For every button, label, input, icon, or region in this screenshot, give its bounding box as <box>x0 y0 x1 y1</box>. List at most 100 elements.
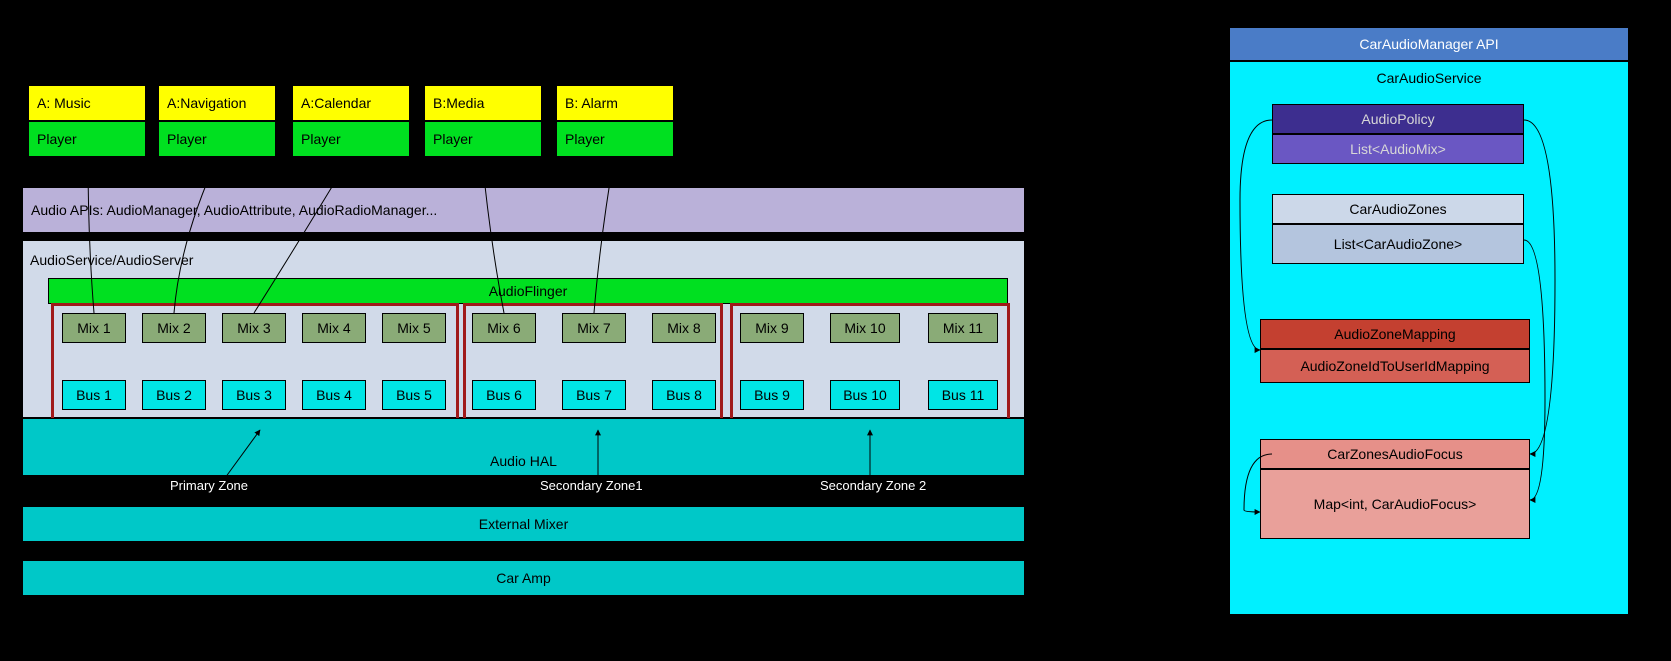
text: AudioFlinger <box>489 283 568 299</box>
car-audio-manager-api: CarAudioManager API <box>1229 27 1629 61</box>
mix-6: Mix 6 <box>472 313 536 343</box>
text: External Mixer <box>479 516 568 532</box>
audio-zone-mapping: AudioZoneMapping <box>1260 319 1530 349</box>
text: Audio APIs: AudioManager, AudioAttribute… <box>31 202 437 218</box>
text: Mix 9 <box>755 320 788 336</box>
text: Bus 2 <box>156 387 192 403</box>
mix-9: Mix 9 <box>740 313 804 343</box>
text: AudioPolicy <box>1361 111 1434 127</box>
text: Mix 10 <box>844 320 885 336</box>
text: Bus 9 <box>754 387 790 403</box>
text: Secondary Zone 2 <box>820 478 926 493</box>
text: CarAudioZones <box>1349 201 1446 217</box>
text: Car Amp <box>496 570 550 586</box>
audio-hal-bar: Audio HAL <box>22 418 1025 476</box>
text: A: Music <box>37 95 91 111</box>
mix-4: Mix 4 <box>302 313 366 343</box>
audio-zone-mapping-detail: AudioZoneIdToUserIdMapping <box>1260 349 1530 383</box>
text: List<CarAudioZone> <box>1334 236 1462 252</box>
mix-7: Mix 7 <box>562 313 626 343</box>
text: Mix 7 <box>577 320 610 336</box>
mix-5: Mix 5 <box>382 313 446 343</box>
secondary-zone1-label: Secondary Zone1 <box>540 478 643 493</box>
car-audio-zone-list: List<CarAudioZone> <box>1272 224 1524 264</box>
bus-1: Bus 1 <box>62 380 126 410</box>
audio-apis-bar: Audio APIs: AudioManager, AudioAttribute… <box>22 187 1025 233</box>
app-player-music: Player <box>28 121 146 157</box>
bus-10: Bus 10 <box>830 380 900 410</box>
text: Audio HAL <box>490 453 557 469</box>
text: Bus 8 <box>666 387 702 403</box>
audiomix-list: List<AudioMix> <box>1272 134 1524 164</box>
mix-8: Mix 8 <box>652 313 716 343</box>
text: Bus 7 <box>576 387 612 403</box>
text: Mix 6 <box>487 320 520 336</box>
text: Mix 8 <box>667 320 700 336</box>
car-zones-audio-focus: CarZonesAudioFocus <box>1260 439 1530 469</box>
car-audio-focus-map: Map<int, CarAudioFocus> <box>1260 469 1530 539</box>
app-attr-music: A: Music <box>28 85 146 121</box>
text: Bus 1 <box>76 387 112 403</box>
text: Bus 5 <box>396 387 432 403</box>
text: Player <box>565 131 605 147</box>
text: Bus 3 <box>236 387 272 403</box>
mix-3: Mix 3 <box>222 313 286 343</box>
bus-9: Bus 9 <box>740 380 804 410</box>
mix-10: Mix 10 <box>830 313 900 343</box>
text: CarAudioManager API <box>1359 36 1498 52</box>
audio-service-label: AudioService/AudioServer <box>30 252 193 268</box>
text: Bus 11 <box>942 387 985 403</box>
primary-zone-label: Primary Zone <box>170 478 248 493</box>
bus-8: Bus 8 <box>652 380 716 410</box>
app-player-alarm: Player <box>556 121 674 157</box>
text: CarZonesAudioFocus <box>1327 446 1462 462</box>
car-amp-bar: Car Amp <box>22 560 1025 596</box>
mix-1: Mix 1 <box>62 313 126 343</box>
text: Mix 2 <box>157 320 190 336</box>
text: B:Media <box>433 95 484 111</box>
text: B: Alarm <box>565 95 618 111</box>
app-player-media: Player <box>424 121 542 157</box>
bus-6: Bus 6 <box>472 380 536 410</box>
text: CarAudioService <box>1376 70 1481 86</box>
text: List<AudioMix> <box>1350 141 1446 157</box>
bus-3: Bus 3 <box>222 380 286 410</box>
text: A:Calendar <box>301 95 371 111</box>
bus-4: Bus 4 <box>302 380 366 410</box>
text: Player <box>37 131 77 147</box>
bus-11: Bus 11 <box>928 380 998 410</box>
text: Mix 11 <box>943 320 983 336</box>
bus-2: Bus 2 <box>142 380 206 410</box>
text: A:Navigation <box>167 95 246 111</box>
car-audio-zones: CarAudioZones <box>1272 194 1524 224</box>
bus-5: Bus 5 <box>382 380 446 410</box>
text: Mix 3 <box>237 320 270 336</box>
text: AudioZoneMapping <box>1334 326 1455 342</box>
text: Mix 1 <box>77 320 110 336</box>
secondary-zone2-label: Secondary Zone 2 <box>820 478 926 493</box>
text: AudioService/AudioServer <box>30 252 193 268</box>
text: Primary Zone <box>170 478 248 493</box>
text: Bus 4 <box>316 387 352 403</box>
mix-2: Mix 2 <box>142 313 206 343</box>
app-attr-nav: A:Navigation <box>158 85 276 121</box>
text: Bus 6 <box>486 387 522 403</box>
text: Player <box>301 131 341 147</box>
text: Map<int, CarAudioFocus> <box>1314 496 1477 512</box>
bus-7: Bus 7 <box>562 380 626 410</box>
external-mixer-bar: External Mixer <box>22 506 1025 542</box>
app-player-nav: Player <box>158 121 276 157</box>
app-attr-alarm: B: Alarm <box>556 85 674 121</box>
audio-flinger-bar: AudioFlinger <box>48 278 1008 304</box>
mix-11: Mix 11 <box>928 313 998 343</box>
text: Player <box>433 131 473 147</box>
app-attr-cal: A:Calendar <box>292 85 410 121</box>
text: Bus 10 <box>843 387 887 403</box>
app-attr-media: B:Media <box>424 85 542 121</box>
app-player-cal: Player <box>292 121 410 157</box>
text: Mix 5 <box>397 320 430 336</box>
text: Mix 4 <box>317 320 350 336</box>
audio-policy: AudioPolicy <box>1272 104 1524 134</box>
text: AudioZoneIdToUserIdMapping <box>1300 358 1489 374</box>
text: Player <box>167 131 207 147</box>
